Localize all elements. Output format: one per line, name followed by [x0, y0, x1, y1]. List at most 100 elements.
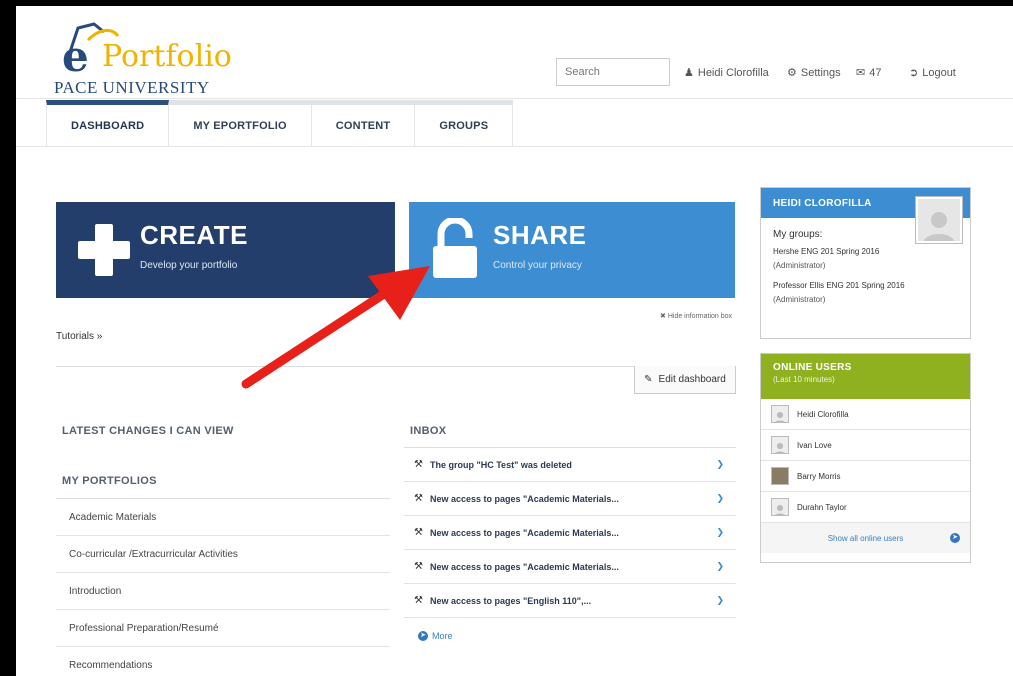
- create-subtitle: Develop your portfolio: [140, 260, 238, 271]
- logout-link[interactable]: ➲ Logout: [909, 66, 956, 80]
- nav-divider: [16, 146, 1013, 147]
- person-icon: [775, 411, 785, 422]
- avatar[interactable]: [915, 196, 963, 244]
- header-divider: [16, 98, 1013, 99]
- inbox-count: 47: [869, 66, 882, 79]
- tutorials-link[interactable]: Tutorials »: [56, 331, 102, 342]
- close-icon: ✖: [660, 313, 666, 320]
- share-tile[interactable]: SHARE Control your privacy: [409, 202, 735, 298]
- chevron-down-icon[interactable]: ❯: [716, 493, 724, 504]
- avatar: [771, 498, 789, 516]
- online-user-row[interactable]: Heidi Clorofilla: [761, 399, 970, 430]
- list-item[interactable]: Co-curricular /Extracurricular Activitie…: [56, 536, 390, 573]
- group-role: (Administrator): [773, 261, 826, 270]
- logo-university: PACE UNIVERSITY: [54, 78, 210, 97]
- profile-block: HEIDI CLOROFILLA My groups: Hershe ENG 2…: [760, 187, 971, 339]
- edit-dashboard-label: Edit dashboard: [658, 374, 726, 385]
- gear-icon: ⚙: [787, 67, 797, 79]
- user-name: Heidi Clorofilla: [697, 66, 769, 79]
- inbox-item[interactable]: ⚒ New access to pages "Academic Material…: [404, 550, 736, 584]
- online-user-row[interactable]: Durahn Taylor: [761, 492, 970, 523]
- envelope-icon: ✉: [856, 67, 866, 79]
- edit-dashboard-button[interactable]: ✎ Edit dashboard: [634, 366, 736, 394]
- show-all-online-users-link[interactable]: Show all online users ➤: [761, 523, 970, 553]
- inbox-more-link[interactable]: ➤ More: [418, 631, 453, 641]
- person-icon: [775, 504, 785, 515]
- inbox-item-title: The group "HC Test" was deleted: [429, 459, 572, 470]
- hide-info-link[interactable]: ✖ Hide information box: [660, 312, 732, 320]
- logo-e: e: [62, 32, 89, 81]
- settings-label: Settings: [800, 66, 841, 79]
- chevron-down-icon[interactable]: ❯: [716, 595, 724, 606]
- avatar: [771, 436, 789, 454]
- logout-icon: ➲: [909, 67, 919, 79]
- online-user-name: Ivan Love: [797, 440, 832, 450]
- chevron-down-icon[interactable]: ❯: [716, 527, 724, 538]
- my-portfolios-heading: MY PORTFOLIOS: [62, 475, 157, 487]
- page-frame: e Portfolio PACE UNIVERSITY ♟ Heidi Clor…: [16, 6, 1013, 676]
- online-user-row[interactable]: Ivan Love: [761, 430, 970, 461]
- create-title: CREATE: [140, 220, 248, 250]
- tab-dashboard[interactable]: DASHBOARD: [46, 100, 170, 146]
- logo-portfolio: Portfolio: [102, 39, 232, 74]
- annotation-arrow-icon: [241, 266, 430, 389]
- online-user-row[interactable]: Barry Morris: [761, 461, 970, 492]
- eportfolio-logo[interactable]: e Portfolio PACE UNIVERSITY: [46, 16, 246, 97]
- arrow-circle-right-icon: ➤: [418, 631, 428, 641]
- online-users-title: ONLINE USERS: [773, 362, 852, 373]
- wrench-icon: ⚒: [414, 595, 423, 606]
- online-user-name: Barry Morris: [797, 471, 841, 481]
- pencil-icon: ✎: [644, 374, 653, 385]
- logout-label: Logout: [922, 66, 956, 79]
- online-users-subtitle: (Last 10 minutes): [773, 375, 835, 384]
- inbox-item-title: New access to pages "Academic Materials.…: [429, 527, 619, 538]
- online-user-name: Heidi Clorofilla: [797, 409, 849, 419]
- portfolio-list: Academic Materials Co-curricular /Extrac…: [56, 499, 390, 676]
- more-label: More: [432, 631, 453, 641]
- inbox-item[interactable]: ⚒ New access to pages "Academic Material…: [404, 482, 736, 516]
- plus-icon: [78, 224, 130, 276]
- list-item[interactable]: Academic Materials: [56, 499, 390, 536]
- group-role: (Administrator): [773, 295, 826, 304]
- inbox-heading: INBOX: [410, 425, 447, 437]
- user-icon: ♟: [684, 67, 694, 79]
- user-profile-link[interactable]: ♟ Heidi Clorofilla: [684, 66, 769, 80]
- search-input[interactable]: [556, 58, 670, 86]
- chevron-down-icon[interactable]: ❯: [716, 561, 724, 572]
- avatar: [771, 405, 789, 423]
- list-item[interactable]: Professional Preparation/Resumé: [56, 610, 390, 647]
- inbox-item-title: New access to pages "English 110",...: [429, 595, 592, 606]
- person-icon: [775, 442, 785, 453]
- inbox-item[interactable]: ⚒ New access to pages "English 110",... …: [404, 584, 736, 618]
- online-users-header: ONLINE USERS (Last 10 minutes): [761, 354, 970, 399]
- latest-changes-heading: LATEST CHANGES I CAN VIEW: [62, 425, 234, 437]
- inbox-item-title: New access to pages "Academic Materials.…: [429, 561, 619, 572]
- share-subtitle: Control your privacy: [493, 260, 582, 271]
- wrench-icon: ⚒: [414, 459, 423, 470]
- list-item[interactable]: Recommendations: [56, 647, 390, 676]
- main-nav-tabs: DASHBOARD MY EPORTFOLIO CONTENT GROUPS: [46, 100, 514, 146]
- tab-groups[interactable]: GROUPS: [415, 100, 514, 146]
- group-link[interactable]: Professor Ellis ENG 201 Spring 2016: [773, 279, 958, 293]
- group-link[interactable]: Hershe ENG 201 Spring 2016: [773, 245, 958, 259]
- inbox-link[interactable]: ✉ 47: [856, 66, 882, 80]
- share-title: SHARE: [493, 220, 587, 250]
- inbox-list: ⚒ The group "HC Test" was deleted ❯ ⚒ Ne…: [404, 448, 736, 618]
- inbox-item[interactable]: ⚒ The group "HC Test" was deleted ❯: [404, 448, 736, 482]
- wrench-icon: ⚒: [414, 493, 423, 504]
- tab-content[interactable]: CONTENT: [311, 100, 416, 146]
- wrench-icon: ⚒: [414, 561, 423, 572]
- hide-info-label: Hide information box: [667, 313, 733, 320]
- avatar: [771, 467, 789, 485]
- show-all-label: Show all online users: [827, 533, 904, 543]
- tab-my-eportfolio[interactable]: MY EPORTFOLIO: [169, 100, 312, 146]
- online-user-name: Durahn Taylor: [797, 502, 847, 512]
- inbox-item-title: New access to pages "Academic Materials.…: [429, 493, 619, 504]
- settings-link[interactable]: ⚙ Settings: [787, 66, 841, 80]
- chevron-down-icon[interactable]: ❯: [716, 459, 724, 470]
- person-icon: [923, 212, 955, 241]
- list-item[interactable]: Introduction: [56, 573, 390, 610]
- arrow-circle-right-icon: ➤: [950, 533, 960, 543]
- online-users-block: ONLINE USERS (Last 10 minutes) Heidi Clo…: [760, 353, 971, 563]
- inbox-item[interactable]: ⚒ New access to pages "Academic Material…: [404, 516, 736, 550]
